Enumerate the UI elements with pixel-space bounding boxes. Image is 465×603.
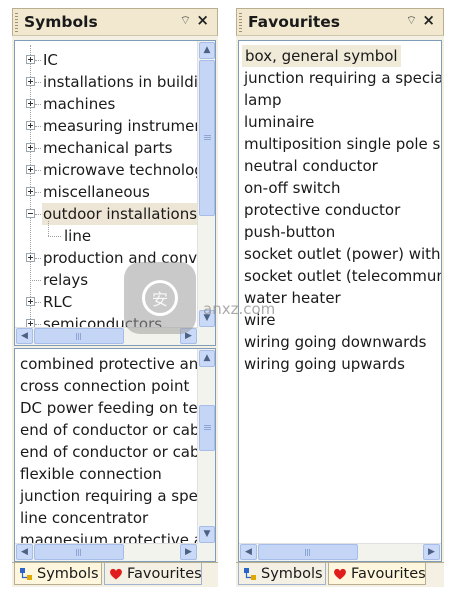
expand-icon[interactable] <box>26 99 35 108</box>
symbols-panel-title: Symbols <box>24 13 98 31</box>
favourite-item[interactable]: push-button <box>244 221 335 243</box>
tab-favourites[interactable]: Favourites <box>328 563 426 585</box>
expand-icon[interactable] <box>26 187 35 196</box>
tree-item-label: measuring instrumen <box>43 117 198 135</box>
scroll-up-button[interactable]: ▲ <box>199 42 215 59</box>
symbol-list-item[interactable]: flexible connection <box>20 463 162 485</box>
tree-item-label: outdoor installations <box>42 203 198 225</box>
tree-item[interactable]: IC <box>15 49 198 71</box>
symbol-list-item[interactable]: combined protective and <box>20 353 198 375</box>
tab-symbols[interactable]: Symbols <box>14 563 102 585</box>
scroll-up-button[interactable]: ▲ <box>199 350 215 367</box>
heart-icon <box>334 568 346 580</box>
tree-item-label: microwave technolog <box>43 161 198 179</box>
watermark-text: anxz.com <box>203 300 276 318</box>
list-vertical-scrollbar[interactable]: ▲ ▼ <box>197 349 215 544</box>
favourite-item[interactable]: box, general symbol <box>242 45 401 67</box>
symbols-icon <box>244 568 256 580</box>
tree-item[interactable]: miscellaneous <box>15 181 198 203</box>
tab-label: Favourites <box>351 566 426 582</box>
tree-item-label: IC <box>43 51 58 69</box>
favourites-panel-tabbar: Symbols Favourites <box>236 562 444 587</box>
expand-icon[interactable] <box>26 77 35 86</box>
tree-item[interactable]: machines <box>15 93 198 115</box>
tree-item[interactable]: line <box>15 221 198 247</box>
close-icon[interactable]: × <box>422 11 435 29</box>
scroll-thumb[interactable] <box>34 328 124 344</box>
tab-favourites[interactable]: Favourites <box>104 563 202 585</box>
favourites-panel-title: Favourites <box>248 13 341 31</box>
tab-label: Favourites <box>127 566 202 582</box>
expand-icon[interactable] <box>26 253 35 262</box>
tree-item-label: mechanical parts <box>43 139 173 157</box>
favourite-item[interactable]: protective conductor <box>244 199 400 221</box>
favourite-item[interactable]: multiposition single pole sw <box>244 133 441 155</box>
scroll-thumb[interactable] <box>199 405 215 451</box>
favourites-panel-titlebar[interactable]: Favourites ⌔ × <box>236 8 444 36</box>
tree-item[interactable]: measuring instrumen <box>15 115 198 137</box>
favourite-item[interactable]: wiring going upwards <box>244 353 405 375</box>
tab-label: Symbols <box>37 566 99 582</box>
pin-icon[interactable]: ⌔ <box>406 13 417 28</box>
tree-item-label: relays <box>43 271 89 289</box>
heart-icon <box>110 568 122 580</box>
symbol-list-item[interactable]: cross connection point <box>20 375 189 397</box>
symbol-list-item[interactable]: end of conductor or cab <box>20 441 198 463</box>
scroll-thumb[interactable] <box>258 544 358 560</box>
favourite-item[interactable]: socket outlet (telecommunic <box>244 265 441 287</box>
tree-item-label: machines <box>43 95 116 113</box>
expand-icon[interactable] <box>26 55 35 64</box>
favourites-horizontal-scrollbar[interactable]: ◀ ▶ <box>239 543 441 561</box>
watermark-logo-glyph: 安 <box>152 290 170 309</box>
tree-item[interactable]: outdoor installations <box>15 203 198 225</box>
scroll-down-button[interactable]: ▼ <box>199 526 215 543</box>
favourite-item[interactable]: luminaire <box>244 111 314 133</box>
tree-item[interactable]: mechanical parts <box>15 137 198 159</box>
favourite-item[interactable]: junction requiring a special <box>244 67 441 89</box>
scroll-right-button[interactable]: ▶ <box>180 544 197 560</box>
expand-icon[interactable] <box>26 143 35 152</box>
collapse-icon[interactable] <box>26 209 35 218</box>
scroll-right-button[interactable]: ▶ <box>423 544 440 560</box>
favourite-item[interactable]: wiring going downwards <box>244 331 426 353</box>
drag-grip-icon[interactable] <box>15 13 18 33</box>
expand-icon[interactable] <box>26 165 35 174</box>
symbol-list-item[interactable]: DC power feeding on te <box>20 397 198 419</box>
scroll-corner <box>198 544 215 561</box>
tab-label: Symbols <box>261 566 323 582</box>
tree-vertical-scrollbar[interactable]: ▲ ▼ <box>197 41 215 328</box>
symbol-list-item[interactable]: junction requiring a spe <box>20 485 198 507</box>
expand-icon[interactable] <box>26 121 35 130</box>
scroll-thumb[interactable] <box>199 60 215 216</box>
favourite-item[interactable]: on-off switch <box>244 177 341 199</box>
tree-item-label: line <box>64 227 92 245</box>
symbol-list-item[interactable]: magnesium protective a <box>20 529 198 544</box>
pin-icon[interactable]: ⌔ <box>180 13 191 28</box>
tree-item[interactable]: microwave technolog <box>15 159 198 181</box>
tree-item-label: miscellaneous <box>43 183 150 201</box>
close-icon[interactable]: × <box>196 11 209 29</box>
symbols-panel-tabbar: Symbols Favourites <box>12 562 218 587</box>
scroll-thumb[interactable] <box>34 544 124 560</box>
list-horizontal-scrollbar[interactable]: ◀ ▶ <box>15 543 198 561</box>
favourite-item[interactable]: lamp <box>244 89 282 111</box>
scroll-corner <box>198 328 215 345</box>
favourite-item[interactable]: socket outlet (power) with p <box>244 243 441 265</box>
symbol-list-item[interactable]: end of conductor or cab <box>20 419 198 441</box>
symbol-list[interactable]: combined protective and cross connection … <box>14 348 216 562</box>
favourites-panel: Favourites ⌔ × box, general symbol juncti… <box>236 8 444 587</box>
scroll-left-button[interactable]: ◀ <box>16 544 33 560</box>
symbols-icon <box>20 568 32 580</box>
scroll-left-button[interactable]: ◀ <box>240 544 257 560</box>
favourite-item[interactable]: neutral conductor <box>244 155 378 177</box>
drag-grip-icon[interactable] <box>239 13 242 33</box>
expand-icon[interactable] <box>26 297 35 306</box>
symbols-panel-titlebar[interactable]: Symbols ⌔ × <box>12 8 218 36</box>
tab-symbols[interactable]: Symbols <box>238 563 326 585</box>
tree-item[interactable]: installations in buildir <box>15 71 198 93</box>
symbol-list-item[interactable]: line concentrator <box>20 507 148 529</box>
scroll-left-button[interactable]: ◀ <box>16 328 33 344</box>
tree-item-label: RLC <box>43 293 73 311</box>
tree-item-label: installations in buildir <box>43 73 198 91</box>
